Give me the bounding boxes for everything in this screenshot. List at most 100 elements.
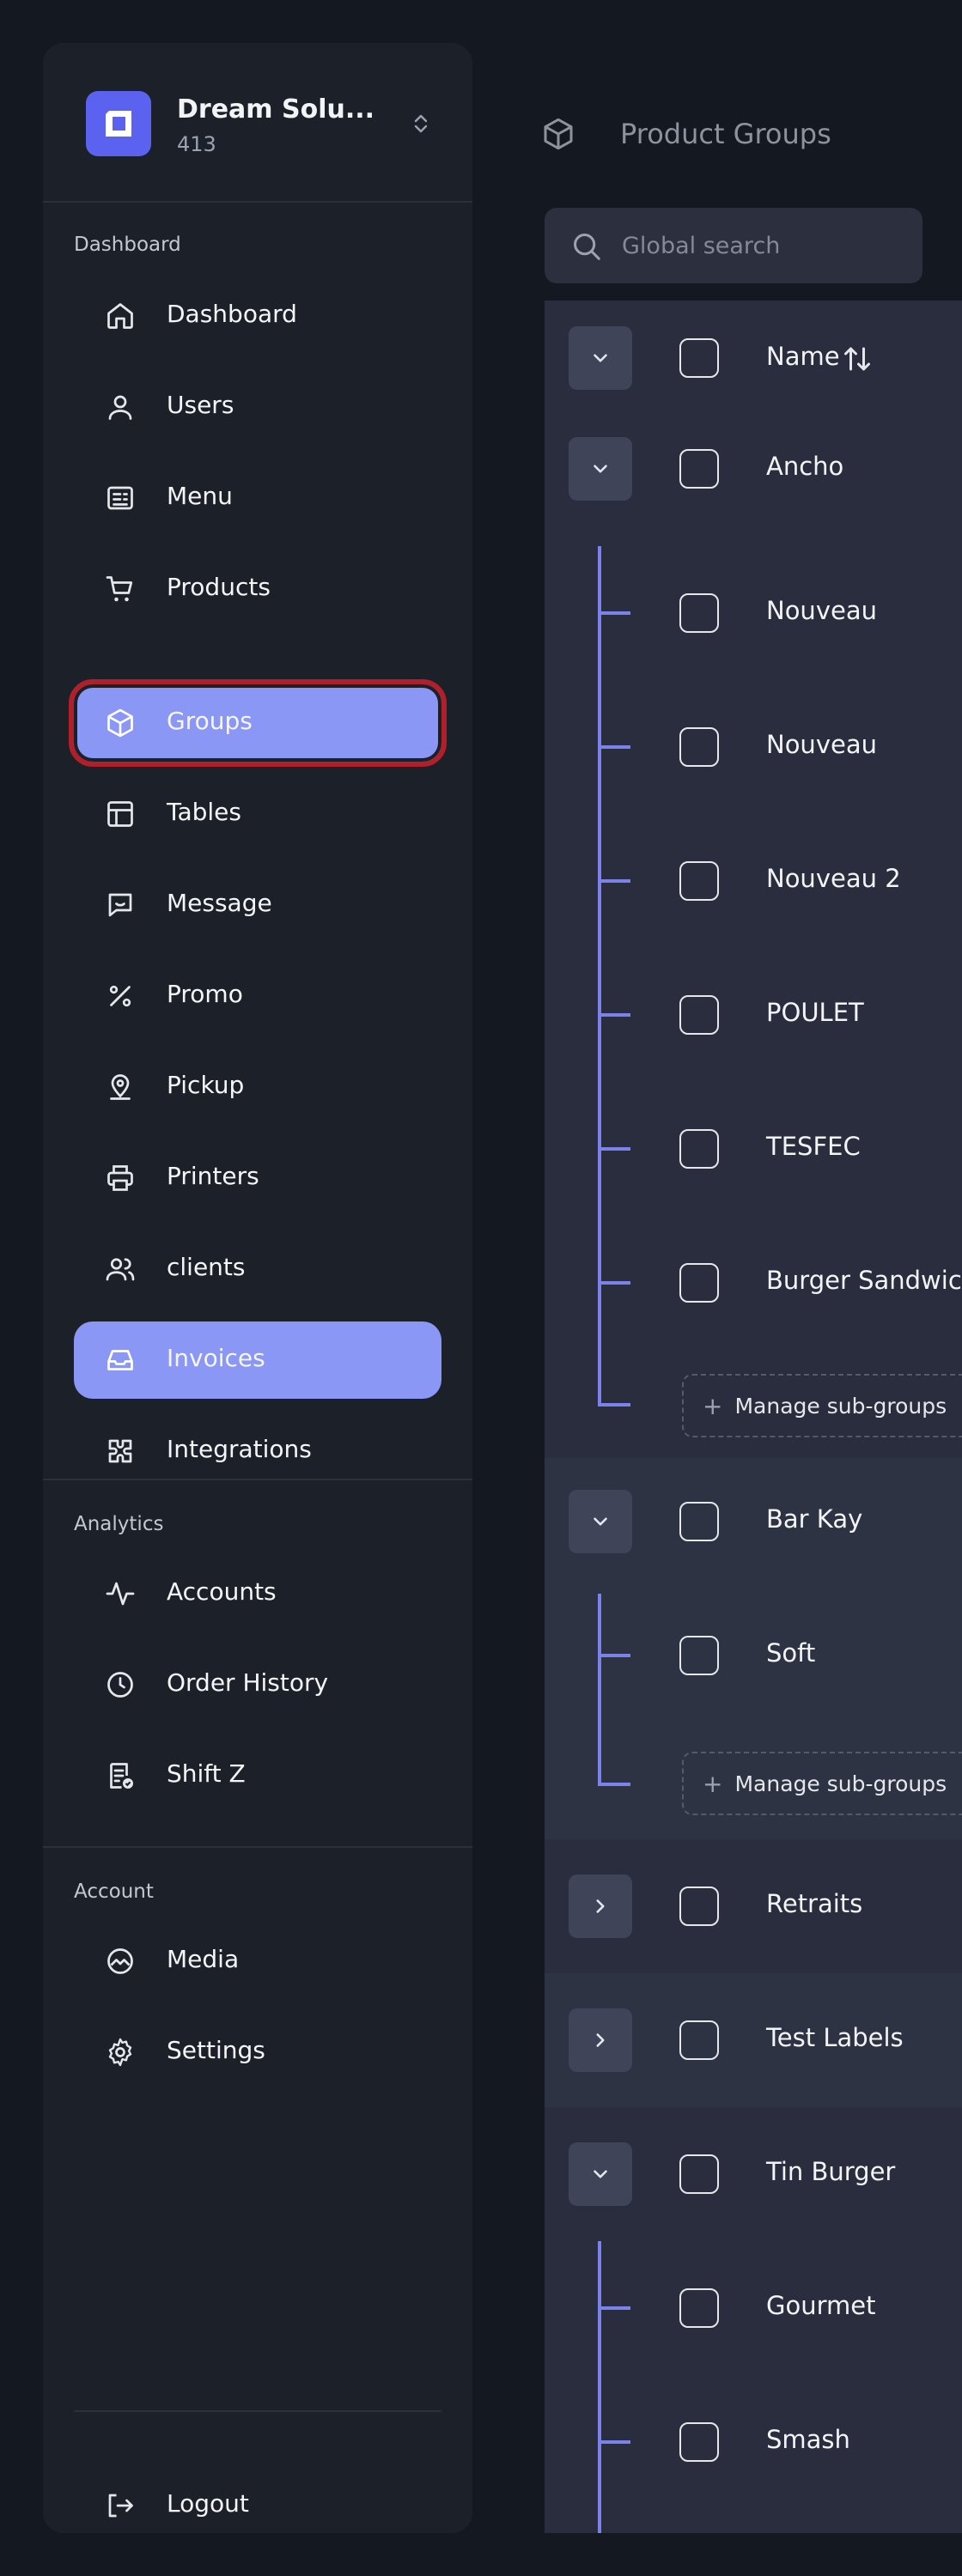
gear-icon (108, 2038, 132, 2067)
table-row[interactable]: Nouveau (545, 556, 962, 690)
row-checkbox[interactable] (679, 727, 719, 767)
row-checkbox[interactable] (679, 2020, 719, 2060)
sidebar-item-groups[interactable]: Groups (69, 679, 447, 767)
chevron-updown-icon[interactable] (404, 106, 438, 141)
sidebar-item-menu[interactable]: Menu (74, 459, 441, 537)
tree-branch (598, 1783, 630, 1786)
sort-icon[interactable] (842, 343, 873, 374)
table-row[interactable]: Ancho (545, 422, 962, 556)
chevron-down-icon (594, 1517, 607, 1526)
subgroup-name: POULET (766, 998, 864, 1027)
sidebar-item-users[interactable]: Users (74, 368, 441, 446)
row-checkbox[interactable] (679, 593, 719, 633)
table-row[interactable]: POULET (545, 958, 962, 1092)
sidebar-item-dashboard[interactable]: Dashboard (74, 277, 441, 355)
row-checkbox[interactable] (679, 1886, 719, 1926)
divider (43, 201, 472, 203)
sidebar-item-invoices[interactable]: Invoices (74, 1321, 441, 1399)
manage-subgroups-button[interactable]: + Manage sub-groups (682, 1752, 962, 1815)
plus-icon: + (703, 1769, 723, 1798)
sidebar-item-printers[interactable]: Printers (74, 1139, 441, 1217)
logo-icon (106, 111, 131, 137)
table-header: Name (545, 301, 962, 434)
table-row[interactable]: Nouveau 2 (545, 824, 962, 958)
table-icon (107, 801, 133, 827)
row-checkbox[interactable] (679, 861, 719, 901)
sidebar-item-label: Invoices (167, 1344, 265, 1372)
global-search[interactable] (545, 208, 922, 283)
row-checkbox[interactable] (679, 449, 719, 489)
sidebar-item-label: Dashboard (167, 300, 297, 328)
sidebar-item-products[interactable]: Products (74, 550, 441, 628)
subgroup-name: Soft (766, 1638, 816, 1668)
sidebar-item-label: Promo (167, 980, 243, 1008)
manage-subgroups-label: Manage sub-groups (734, 1393, 947, 1419)
sidebar-item-label: Groups (167, 707, 253, 735)
table-row[interactable]: Soft (545, 1599, 962, 1733)
sidebar-item-accounts[interactable]: Accounts (74, 1555, 441, 1632)
row-expand-toggle[interactable] (569, 437, 632, 501)
sidebar-item-promo[interactable]: Promo (74, 957, 441, 1035)
sidebar-item-message[interactable]: Message (74, 866, 441, 944)
subgroup-name: Nouveau 2 (766, 864, 901, 893)
manage-subgroups-button[interactable]: + Manage sub-groups (682, 1374, 962, 1437)
search-input[interactable] (622, 208, 914, 283)
sidebar-item-pickup[interactable]: Pickup (74, 1048, 441, 1126)
tree-branch (598, 2306, 630, 2310)
percent-icon (109, 985, 131, 1007)
sidebar-item-label: Settings (167, 2036, 265, 2064)
row-checkbox[interactable] (679, 1263, 719, 1303)
sidebar-item-label: clients (167, 1253, 246, 1281)
subgroup-name: Smash (766, 2425, 850, 2454)
sidebar-item-label: Tables (167, 798, 241, 826)
row-checkbox[interactable] (679, 1129, 719, 1169)
table-row[interactable]: Nouveau (545, 690, 962, 824)
clock-icon (107, 1672, 133, 1698)
table-row[interactable]: Test Labels (545, 1973, 962, 2107)
sidebar-item-shift-z[interactable]: Shift Z (74, 1737, 441, 1814)
row-checkbox[interactable] (679, 2288, 719, 2328)
logout-button[interactable]: Logout (74, 2467, 441, 2544)
manage-subgroups-label: Manage sub-groups (734, 1771, 947, 1796)
row-checkbox[interactable] (679, 2154, 719, 2194)
sidebar-item-media[interactable]: Media (74, 1923, 441, 2000)
table-row[interactable]: Tin Burger (545, 2107, 962, 2241)
select-all-checkbox[interactable] (679, 338, 719, 378)
logout-label: Logout (167, 2489, 249, 2518)
row-expand-toggle[interactable] (569, 2008, 632, 2072)
chevron-down-icon (594, 2170, 607, 2178)
workspace-switcher[interactable]: Dream Solu... 413 (86, 91, 429, 160)
row-checkbox[interactable] (679, 1502, 719, 1541)
group-name: Test Labels (766, 2023, 904, 2052)
divider (43, 1479, 472, 1480)
image-icon (107, 1948, 133, 1974)
column-header-name[interactable]: Name (766, 342, 840, 371)
table-row[interactable]: Burger Sandwiche (545, 1226, 962, 1360)
tree-branch (598, 1013, 630, 1017)
table-row[interactable]: Bar Kay (545, 1460, 962, 1594)
table-row[interactable]: Gourmet (545, 2241, 962, 2375)
expand-all-toggle[interactable] (569, 326, 632, 390)
table-row[interactable]: Smash (545, 2375, 962, 2509)
tree-branch (598, 611, 630, 615)
sidebar-item-order-history[interactable]: Order History (74, 1646, 441, 1723)
sidebar-item-clients[interactable]: clients (74, 1230, 441, 1308)
tree-branch (598, 1281, 630, 1285)
row-checkbox[interactable] (679, 1636, 719, 1675)
table-row[interactable]: TESFEC (545, 1092, 962, 1226)
subgroup-name: Nouveau (766, 730, 877, 759)
tree-branch (598, 1403, 630, 1406)
sidebar-item-tables[interactable]: Tables (74, 775, 441, 853)
sidebar-item-settings[interactable]: Settings (74, 2014, 441, 2091)
sidebar-item-label: Order History (167, 1668, 329, 1697)
row-expand-toggle[interactable] (569, 2142, 632, 2206)
row-checkbox[interactable] (679, 995, 719, 1035)
table-row[interactable]: Retraits (545, 1839, 962, 1973)
groups-table: Name Ancho Nouveau Nouveau Nouveau 2 POU… (545, 301, 962, 2533)
row-expand-toggle[interactable] (569, 1490, 632, 1553)
row-checkbox[interactable] (679, 2422, 719, 2462)
plus-icon: + (703, 1391, 723, 1420)
search-icon (574, 234, 600, 260)
subgroup-name: Nouveau (766, 596, 877, 625)
row-expand-toggle[interactable] (569, 1874, 632, 1938)
